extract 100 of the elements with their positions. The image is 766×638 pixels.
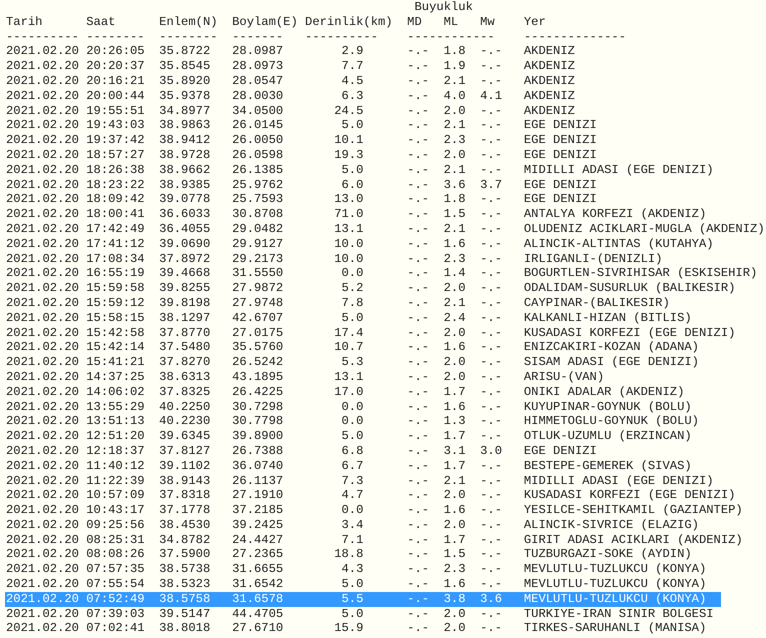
table-cell-text: 10.7 <box>333 340 364 356</box>
column-header: ML <box>444 14 460 30</box>
table-row[interactable]: 2021.02.20 18:00:41 36.6033 30.8708 71.0 -.- 1.5 -.- ANTALYA KORFEZI (AKDENIZ) <box>5 207 721 222</box>
table-row[interactable]: 2021.02.20 14:06:02 37.8325 26.4225 17.0 -.- 1.7 -.- ONIKI ADALAR (AKDENIZ) <box>5 384 721 400</box>
table-cell-text: 0.0 <box>340 266 364 282</box>
table-cell-text: 2021.02.20 <box>6 178 80 192</box>
dashed-separator: ------- <box>232 30 284 44</box>
table-cell: AKDENIZ <box>524 88 575 104</box>
table-cell-text: 37.8318 <box>159 488 212 504</box>
table-row[interactable]: 2021.02.20 16:55:19 39.4668 31.5550 0.0 -.- 1.4 -.- BOGURTLEN-SIVRIHISAR (ESKISEHIR) <box>5 266 758 282</box>
table-cell-text: 38.9728 <box>159 148 212 163</box>
table-cell: AKDENIZ <box>524 74 575 89</box>
table-cell-text: -.- <box>407 59 430 74</box>
table-cell-text: 38.1297 <box>159 310 212 326</box>
table-cell-text: 1.6 <box>444 400 467 414</box>
table-cell-text: 2021.02.20 <box>6 44 80 60</box>
table-cell-text: 34.8782 <box>159 532 212 548</box>
table-cell-text: 10.0 <box>333 236 364 252</box>
table-cell-text: 37.8127 <box>159 444 212 459</box>
table-cell-text: 5.0 <box>340 162 364 178</box>
table-row[interactable]: 2021.02.20 17:08:34 37.8972 29.2173 10.0 -.- 2.3 -.- IRLIGANLI-(DENIZLI) <box>5 252 721 266</box>
table-row[interactable]: 2021.02.20 15:59:58 39.8255 27.9872 5.2 -.- 2.0 -.- ODALIDAM-SUSURLUK (BALIKESIR) <box>5 281 736 296</box>
table-cell-text: 1.6 <box>444 340 467 356</box>
table-cell-text: 7.3 <box>340 474 364 488</box>
table-row[interactable]: 2021.02.20 20:26:05 35.8722 28.0987 2.9 -.- 1.8 -.- AKDENIZ <box>5 44 721 60</box>
table-row[interactable]: 2021.02.20 20:16:21 35.8920 28.0547 4.5 -.- 2.1 -.- AKDENIZ <box>5 74 721 89</box>
table-cell-text: 07:39:03 <box>86 606 146 622</box>
table-cell-text: 1.7 <box>444 429 467 444</box>
table-row[interactable]: 2021.02.20 17:42:49 36.4055 29.0482 13.1 -.- 2.1 -.- OLUDENIZ ACIKLARI-MUGLA (AKDENIZ) <box>5 222 765 237</box>
table-cell-text: 5.2 <box>340 281 364 296</box>
table-row[interactable]: 2021.02.20 18:09:42 39.0778 25.7593 13.0 -.- 1.8 -.- EGE DENIZI <box>5 192 721 208</box>
table-cell-text: 27.9748 <box>232 296 284 311</box>
table-cell-text: 08:25:31 <box>86 532 146 548</box>
table-cell-text: -.- <box>480 562 503 578</box>
table-cell-text: 2021.02.20 <box>6 355 80 370</box>
table-row[interactable]: 2021.02.20 19:43:03 38.9863 26.0145 5.0 -.- 2.1 -.- EGE DENIZI <box>5 118 721 134</box>
table-row[interactable]: 2021.02.20 10:57:09 37.8318 27.1910 4.7 -.- 2.0 -.- KUSADASI KORFEZI (EGE DENIZI) <box>5 488 736 504</box>
table-row[interactable]: 2021.02.20 20:00:44 35.9378 28.0030 6.3 -.- 4.0 4.1 AKDENIZ <box>5 88 721 104</box>
table-row[interactable]: 2021.02.20 10:43:17 37.1778 37.2185 0.0 -.- 1.6 -.- YESILCE-SEHITKAMIL (GAZIANTEP) <box>5 503 743 518</box>
table-cell-text: 38.5738 <box>159 562 212 578</box>
table-cell-text: -.- <box>480 236 503 252</box>
table-row[interactable]: 2021.02.20 17:41:12 39.0690 29.9127 10.0 -.- 1.6 -.- ALINCIK-ALTINTAS (KUTAHYA) <box>5 236 721 252</box>
table-cell-text: -.- <box>480 577 503 592</box>
table-cell-text: -.- <box>480 400 503 414</box>
table-cell-text: -.- <box>407 133 430 148</box>
table-row[interactable]: 2021.02.20 15:58:15 38.1297 42.6707 5.0 -.- 2.4 -.- KALKANLI-HIZAN (BITLIS) <box>5 310 721 326</box>
table-row[interactable]: 2021.02.20 18:23:22 38.9385 25.9762 6.0 -.- 3.6 3.7 EGE DENIZI <box>5 178 721 192</box>
table-cell-text: 39.8198 <box>159 296 212 311</box>
table-cell-text: 2021.02.20 <box>6 606 80 622</box>
table-cell: ONIKI ADALAR (AKDENIZ) <box>524 384 684 400</box>
table-cell-text: 4.3 <box>340 562 364 578</box>
table-cell-text: -.- <box>480 532 503 548</box>
table-cell-text: -.- <box>407 207 430 222</box>
table-row[interactable]: 2021.02.20 12:18:37 37.8127 26.7388 6.8 -.- 3.1 3.0 EGE DENIZI <box>5 444 721 459</box>
table-cell-text: 5.0 <box>340 606 364 622</box>
table-row[interactable]: 2021.02.20 13:51:13 40.2230 30.7798 0.0 -.- 1.3 -.- HIMMETOGLU-GOYNUK (BOLU) <box>5 414 721 430</box>
table-row[interactable]: 2021.02.20 07:02:41 38.8018 27.6710 15.9 -.- 2.0 -.- TIRKES-SARUHANLI (MANISA) <box>5 621 721 636</box>
table-row[interactable]: 2021.02.20 07:39:03 39.5147 44.4705 5.0 -.- 2.0 -.- TURKIYE-IRAN SINIR BOLGESI <box>5 606 721 622</box>
table-row[interactable]: 2021.02.20 08:25:31 34.8782 24.4427 7.1 -.- 1.7 -.- GIRIT ADASI ACIKLARI (AKDENIZ) <box>5 532 743 548</box>
table-cell-text: 18:09:42 <box>86 192 146 208</box>
table-row[interactable]: 2021.02.20 15:42:58 37.8770 27.0175 17.4 -.- 2.0 -.- KUSADASI KORFEZI (EGE DENIZI) <box>5 326 736 340</box>
table-cell-text: 2021.02.20 <box>6 222 80 237</box>
table-cell-text: -.- <box>480 458 503 474</box>
table-cell-text: -.- <box>480 355 503 370</box>
table-row[interactable]: 2021.02.20 07:55:54 38.5323 31.6542 5.0 -.- 1.6 -.- MEVLUTLU-TUZLUKCU (KONYA) <box>5 577 721 592</box>
table-row[interactable]: 2021.02.20 19:37:42 38.9412 26.0050 10.1 -.- 2.3 -.- EGE DENIZI <box>5 133 721 148</box>
table-cell: OLUDENIZ ACIKLARI-MUGLA (AKDENIZ) <box>524 222 765 237</box>
table-row[interactable]: 2021.02.20 14:37:25 38.6313 43.1895 13.1 -.- 2.0 -.- ARISU-(VAN) <box>5 370 721 385</box>
table-row[interactable]: 2021.02.20 12:51:20 39.6345 39.8900 5.0 -.- 1.7 -.- OTLUK-UZUMLU (ERZINCAN) <box>5 429 721 444</box>
table-cell-text: 15:42:58 <box>86 326 146 340</box>
table-row[interactable]: 2021.02.20 19:55:51 34.8977 34.0500 24.5 -.- 2.0 -.- AKDENIZ <box>5 104 721 118</box>
table-row[interactable]: 2021.02.20 15:42:14 37.5480 35.5760 10.7 -.- 1.6 -.- ENIZCAKIRI-KOZAN (ADANA) <box>5 340 721 356</box>
table-row[interactable]: 2021.02.20 13:55:29 40.2250 30.7298 0.0 -.- 1.6 -.- KUYUPINAR-GOYNUK (BOLU) <box>5 400 721 414</box>
table-row[interactable]: 2021.02.20 15:59:12 39.8198 27.9748 7.8 -.- 2.1 -.- CAYPINAR-(BALIKESIR) <box>5 296 721 311</box>
column-header: MD <box>407 14 423 30</box>
table-row[interactable]: 2021.02.20 11:40:12 39.1102 36.0740 6.7 -.- 1.7 -.- BESTEPE-GEMEREK (SIVAS) <box>5 458 721 474</box>
table-row[interactable]: 2021.02.20 20:20:37 35.8545 28.0973 7.7 -.- 1.9 -.- AKDENIZ <box>5 59 721 74</box>
table-cell-text: 14:37:25 <box>86 370 146 385</box>
table-cell-text: 10.1 <box>333 133 364 148</box>
table-cell-text: 2021.02.20 <box>6 547 80 562</box>
table-row[interactable]: 2021.02.20 07:57:35 38.5738 31.6655 4.3 -.- 2.3 -.- MEVLUTLU-TUZLUKCU (KONYA) <box>5 562 721 578</box>
column-header: Tarih <box>6 14 44 30</box>
table-row[interactable]: 2021.02.20 18:57:27 38.9728 26.0598 19.3 -.- 2.0 -.- EGE DENIZI <box>5 148 721 163</box>
table-cell-text: 19:37:42 <box>86 133 146 148</box>
table-cell-text: 3.0 <box>480 444 503 459</box>
table-cell-text: 11:22:39 <box>86 474 146 488</box>
table-row[interactable]: 2021.02.20 09:25:56 38.4530 39.2425 3.4 -.- 2.0 -.- ALINCIK-SIVRICE (ELAZIG) <box>5 518 721 533</box>
table-row[interactable]: 2021.02.20 15:41:21 37.8270 26.5242 5.3 -.- 2.0 -.- SISAM ADASI (EGE DENIZI) <box>5 355 721 370</box>
table-cell-text: 2.3 <box>444 562 467 578</box>
table-cell-text: 28.0987 <box>232 44 284 60</box>
table-cell-text: -.- <box>407 355 430 370</box>
table-row[interactable]: 2021.02.20 11:22:39 38.9143 26.1137 7.3 -.- 2.1 -.- MIDILLI ADASI (EGE DENIZI) <box>5 474 721 488</box>
table-cell-text: 1.7 <box>444 384 467 400</box>
table-cell-text: 1.8 <box>444 44 467 60</box>
dashed-separator: -------- <box>86 30 146 44</box>
table-cell-text: 2.0 <box>444 518 467 533</box>
table-cell-text: 15.9 <box>333 621 364 636</box>
table-row[interactable]: 2021.02.20 08:08:26 37.5900 27.2365 18.8 -.- 1.5 -.- TUZBURGAZI-SOKE (AYDIN) <box>5 547 721 562</box>
table-cell-text: 2021.02.20 <box>6 266 80 282</box>
table-row[interactable]: 2021.02.20 18:26:38 38.9662 26.1385 5.0 -.- 2.1 -.- MIDILLI ADASI (EGE DENIZI) <box>5 162 721 178</box>
